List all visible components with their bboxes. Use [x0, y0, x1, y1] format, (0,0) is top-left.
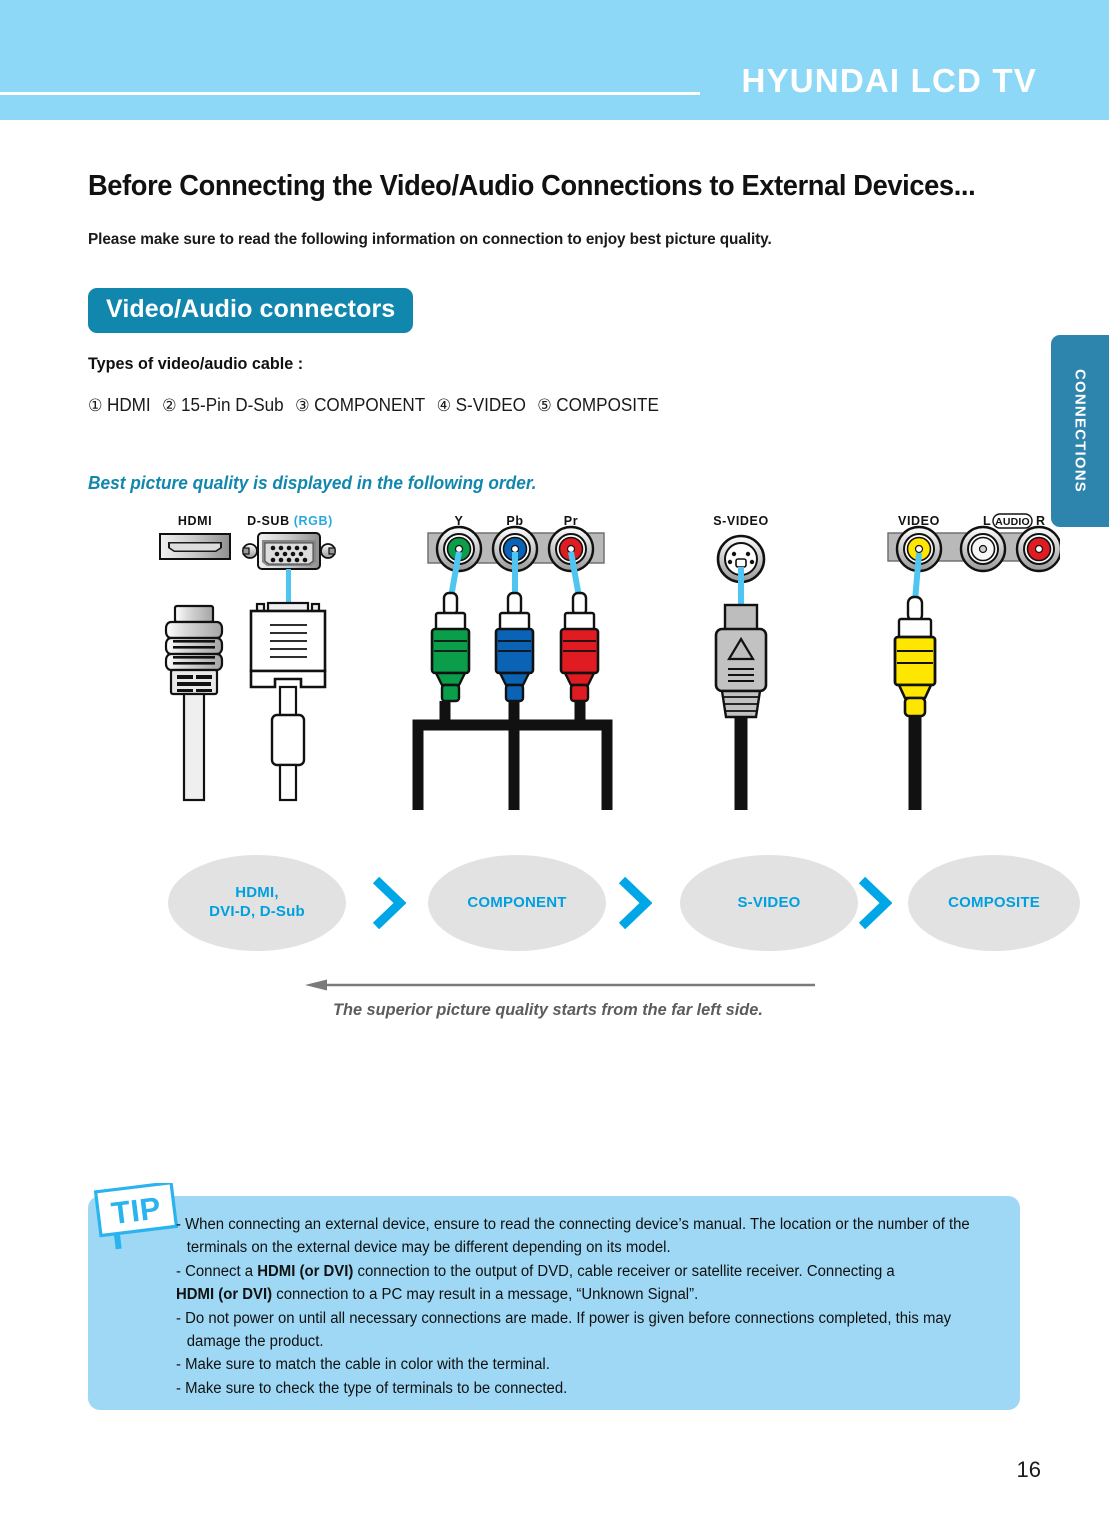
sidebar-tab-label: CONNECTIONS	[1071, 368, 1089, 494]
sidebar-tab-connections[interactable]: CONNECTIONS	[1051, 335, 1109, 527]
types-item-label: S-VIDEO	[455, 395, 526, 415]
tip-item: - Connect a HDMI (or DVI) connection to …	[176, 1262, 895, 1280]
composite-connector-group: VIDEO L AUDIO R	[887, 513, 1063, 810]
types-item-label: 15-Pin D-Sub	[181, 395, 284, 415]
types-item-number: ①	[88, 396, 107, 415]
svg-text:HDMI: HDMI	[178, 514, 212, 528]
tip-item: - Make sure to match the cable in color …	[176, 1356, 550, 1374]
svg-text:AUDIO: AUDIO	[995, 516, 1030, 528]
quality-order-row: HDMI, DVI-D, D-Sub COMPONENT S-VIDEO COM…	[168, 855, 1080, 951]
quality-oval-line1: S-VIDEO	[737, 893, 801, 911]
dsub-connector-group: D-SUB (RGB)	[242, 514, 336, 802]
types-item-number: ②	[162, 396, 182, 415]
page-title: Before Connecting the Video/Audio Connec…	[88, 170, 976, 202]
quality-oval-line1: COMPOSITE	[948, 893, 1040, 911]
tip-list: - When connecting an external device, en…	[176, 1213, 1014, 1400]
page-subtitle: Please make sure to read the following i…	[88, 231, 772, 248]
tip-item: HDMI (or DVI) connection to a PC may res…	[176, 1286, 699, 1304]
quality-oval-component: COMPONENT	[428, 855, 606, 951]
section-badge-video-audio-connectors: Video/Audio connectors	[88, 288, 414, 333]
tip-item: - Make sure to check the type of termina…	[176, 1379, 568, 1397]
component-connector-group: Y Pb Pr	[412, 514, 613, 810]
types-list: ① HDMI ② 15-Pin D-Sub ③ COMPONENT ④ S-VIDEO…	[88, 395, 659, 416]
tip-sign-icon: TIP	[92, 1180, 182, 1255]
svg-text:TIP: TIP	[109, 1190, 163, 1231]
types-heading: Types of video/audio cable :	[88, 354, 304, 373]
types-item-label: HDMI	[106, 395, 151, 415]
types-item-label: COMPONENT	[314, 395, 426, 415]
header-divider-rule	[0, 92, 700, 95]
svg-text:S-VIDEO: S-VIDEO	[713, 514, 769, 528]
types-item-number: ③	[295, 396, 315, 415]
page-number: 16	[1016, 1457, 1041, 1482]
tip-item: - When connecting an external device, en…	[176, 1216, 970, 1257]
brand-title: HYUNDAI LCD TV	[741, 62, 1037, 99]
quality-oval-line2: DVI-D, D-Sub	[209, 903, 305, 920]
best-quality-note: Best picture quality is displayed in the…	[88, 473, 537, 493]
chevron-right-icon	[858, 877, 892, 929]
quality-oval-line1: COMPONENT	[467, 893, 567, 911]
quality-oval-composite: COMPOSITE	[908, 855, 1080, 951]
quality-oval-line1: HDMI,	[235, 884, 279, 902]
arrow-note: The superior picture quality starts from…	[333, 1000, 763, 1019]
chevron-right-icon	[372, 877, 406, 929]
chevron-right-icon	[618, 877, 652, 929]
quality-oval-hdmi-dvid-dsub: HDMI, DVI-D, D-Sub	[168, 855, 346, 951]
types-item-number: ⑤	[537, 396, 557, 415]
hdmi-connector-group: HDMI	[159, 514, 231, 802]
quality-oval-s-video: S-VIDEO	[680, 855, 858, 951]
types-item-number: ④	[436, 396, 456, 415]
header-band: HYUNDAI LCD TV	[0, 0, 1109, 120]
types-item-label: COMPOSITE	[556, 395, 659, 415]
svideo-connector-group: S-VIDEO	[713, 514, 769, 810]
svg-text:D-SUB (RGB): D-SUB (RGB)	[247, 514, 333, 528]
quality-direction-arrow	[305, 978, 815, 992]
tip-item: - Do not power on until all necessary co…	[176, 1309, 952, 1350]
